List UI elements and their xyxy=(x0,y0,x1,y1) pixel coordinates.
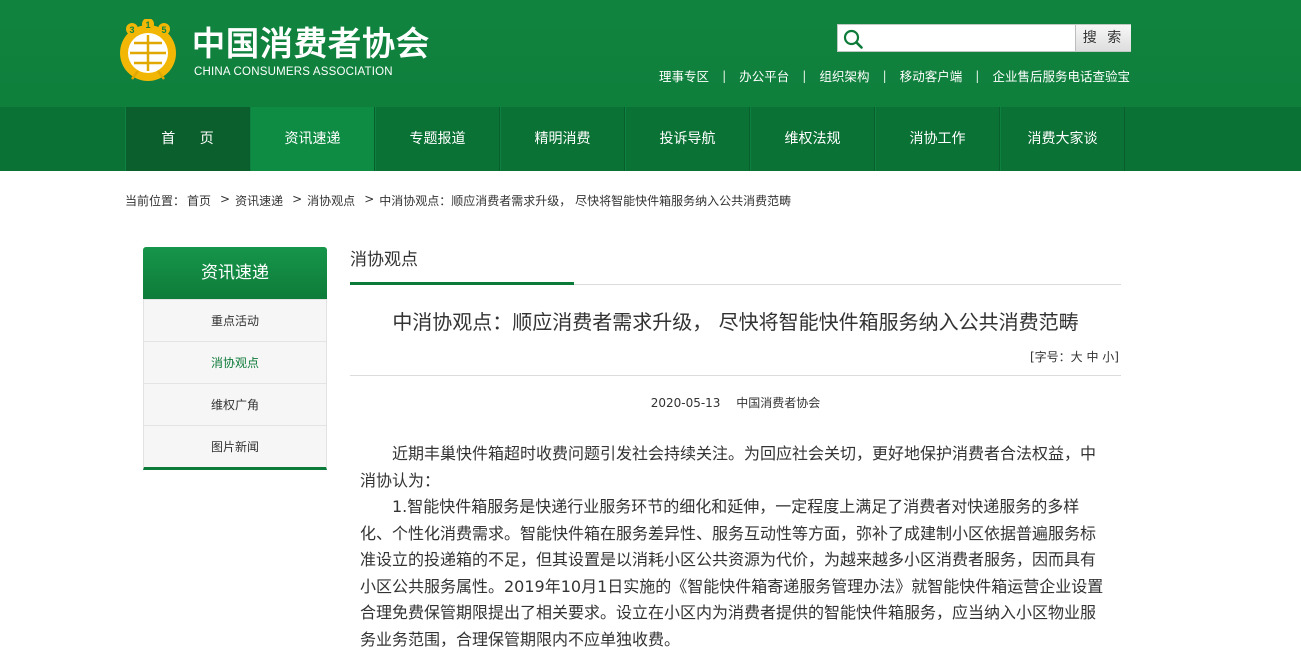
svg-text:5: 5 xyxy=(161,25,166,35)
section-underline xyxy=(350,282,574,285)
toplink-office[interactable]: 办公平台 xyxy=(739,66,789,85)
logo-title-cn[interactable]: 中国消费者协会 xyxy=(192,26,430,62)
logo-title-en: CHINA CONSUMERS ASSOCIATION xyxy=(194,66,393,78)
breadcrumb-current: 中消协观点：顺应消费者需求升级， 尽快将智能快件箱服务纳入公共消费范畴 xyxy=(379,194,792,208)
sidebar-title: 资讯速递 xyxy=(143,247,327,299)
breadcrumb: 当前位置： 首页 > 资讯速递 > 消协观点 > 中消协观点：顺应消费者需求升级… xyxy=(125,192,791,209)
chevron-right-icon: > xyxy=(292,192,303,206)
breadcrumb-home[interactable]: 首页 xyxy=(187,192,211,209)
chevron-right-icon: > xyxy=(220,192,231,206)
article-body: 近期丰巢快件箱超时收费问题引发社会持续关注。为回应社会关切，更好地保护消费者合法… xyxy=(350,441,1121,653)
article-meta: 2020-05-13 中国消费者协会 xyxy=(350,394,1121,411)
breadcrumb-prefix: 当前位置： xyxy=(125,194,186,208)
sidebar-item-photo-news[interactable]: 图片新闻 xyxy=(144,425,326,467)
article-source: 中国消费者协会 xyxy=(736,396,821,410)
section-title: 消协观点 xyxy=(350,250,418,270)
nav-item-law[interactable]: 维权法规 xyxy=(750,107,875,171)
section-header: 消协观点 xyxy=(350,247,1121,285)
toplink-council[interactable]: 理事专区 xyxy=(659,66,709,85)
svg-text:3: 3 xyxy=(129,25,134,35)
nav-item-news[interactable]: 资讯速递 xyxy=(250,107,375,171)
top-links: 理事专区 | 办公平台 | 组织架构 | 移动客户端 | 企业售后服务电话查验宝 xyxy=(659,66,1130,85)
divider: | xyxy=(802,68,807,83)
divider xyxy=(350,375,1121,376)
font-size-control[interactable]: [字号：大 中 小] xyxy=(350,348,1121,365)
sidebar-item-key-events[interactable]: 重点活动 xyxy=(144,299,326,341)
nav-item-work[interactable]: 消协工作 xyxy=(875,107,1000,171)
site-header: 3 1 5 中国消费者协会 CHINA CONSUMERS ASSOCIATIO… xyxy=(0,0,1301,107)
divider: | xyxy=(722,68,727,83)
nav-item-complaint[interactable]: 投诉导航 xyxy=(625,107,750,171)
sidebar-item-viewpoint[interactable]: 消协观点 xyxy=(144,341,326,383)
cca-emblem-icon[interactable]: 3 1 5 xyxy=(116,19,180,83)
toplink-organization[interactable]: 组织架构 xyxy=(820,66,870,85)
breadcrumb-news[interactable]: 资讯速递 xyxy=(235,192,283,209)
main-content: 消协观点 中消协观点：顺应消费者需求升级， 尽快将智能快件箱服务纳入公共消费范畴… xyxy=(350,247,1121,653)
divider: | xyxy=(882,68,887,83)
article-paragraph: 1.智能快件箱服务是快递行业服务环节的细化和延伸，一定程度上满足了消费者对快递服… xyxy=(360,497,1104,649)
sidebar-list: 重点活动 消协观点 维权广角 图片新闻 xyxy=(143,299,327,470)
search-box: 搜 索 xyxy=(837,24,1131,52)
toplink-mobile[interactable]: 移动客户端 xyxy=(900,66,963,85)
divider: | xyxy=(975,68,980,83)
sidebar: 资讯速递 重点活动 消协观点 维权广角 图片新闻 xyxy=(143,247,327,470)
search-icon xyxy=(843,29,863,49)
article-date: 2020-05-13 xyxy=(650,396,721,410)
breadcrumb-viewpoint[interactable]: 消协观点 xyxy=(307,192,355,209)
main-nav: 首 页 资讯速递 专题报道 精明消费 投诉导航 维权法规 消协工作 消费大家谈 xyxy=(0,107,1301,171)
svg-text:1: 1 xyxy=(145,20,150,30)
nav-item-forum[interactable]: 消费大家谈 xyxy=(1000,107,1125,171)
search-button[interactable]: 搜 索 xyxy=(1075,25,1131,51)
nav-item-home[interactable]: 首 页 xyxy=(125,107,250,171)
toplink-service-phone[interactable]: 企业售后服务电话查验宝 xyxy=(992,66,1130,85)
article-paragraph: 近期丰巢快件箱超时收费问题引发社会持续关注。为回应社会关切，更好地保护消费者合法… xyxy=(360,444,1097,490)
nav-item-special[interactable]: 专题报道 xyxy=(375,107,500,171)
search-input[interactable] xyxy=(868,27,1073,49)
sidebar-item-rights[interactable]: 维权广角 xyxy=(144,383,326,425)
chevron-right-icon: > xyxy=(364,192,375,206)
nav-item-smart-consume[interactable]: 精明消费 xyxy=(500,107,625,171)
article-title: 中消协观点：顺应消费者需求升级， 尽快将智能快件箱服务纳入公共消费范畴 xyxy=(392,310,1079,334)
